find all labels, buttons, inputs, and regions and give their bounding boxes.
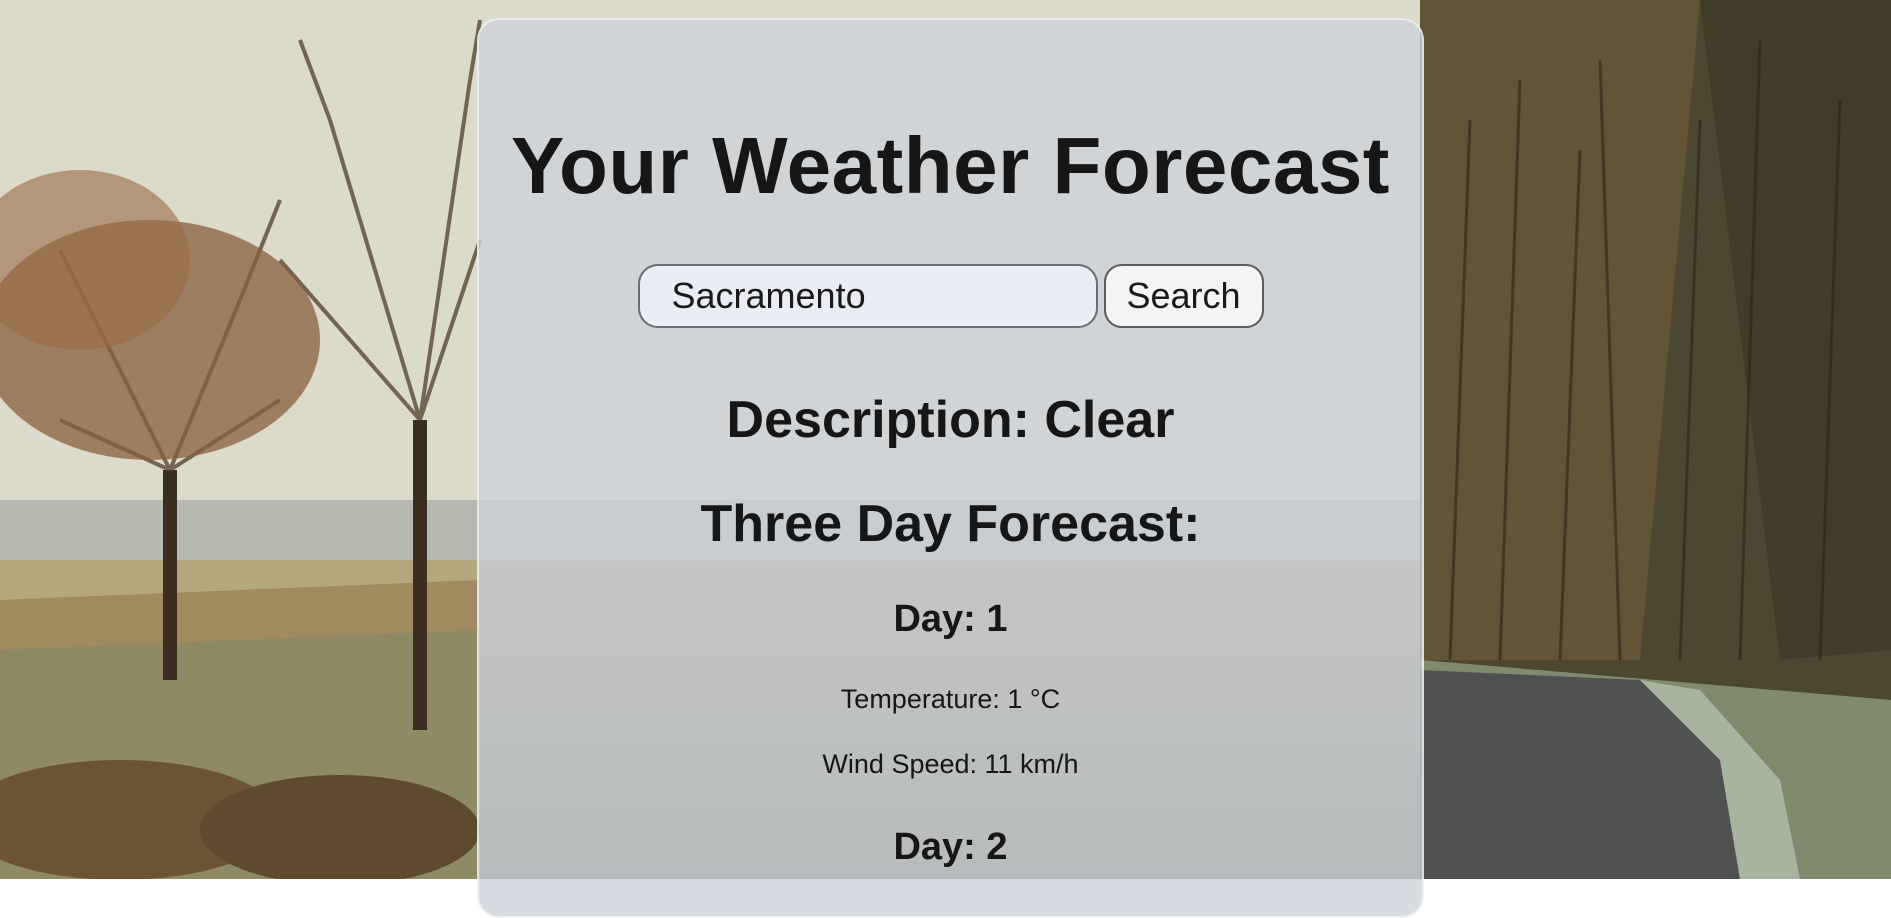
search-button[interactable]: Search xyxy=(1103,264,1264,328)
day-wind-speed: Wind Speed: 11 km/h xyxy=(822,749,1079,779)
weather-card: Your Weather Forecast Search Description… xyxy=(477,18,1424,918)
day-heading: Day: 2 xyxy=(893,826,1008,868)
three-day-forecast-heading: Three Day Forecast: xyxy=(700,495,1201,553)
page-title: Your Weather Forecast xyxy=(511,121,1390,210)
city-search-input[interactable] xyxy=(637,264,1098,328)
day-temperature: Temperature: 1 °C xyxy=(840,684,1061,714)
search-bar: Search xyxy=(479,264,1422,328)
day-heading: Day: 1 xyxy=(893,598,1008,640)
weather-description: Description: Clear xyxy=(726,391,1175,449)
